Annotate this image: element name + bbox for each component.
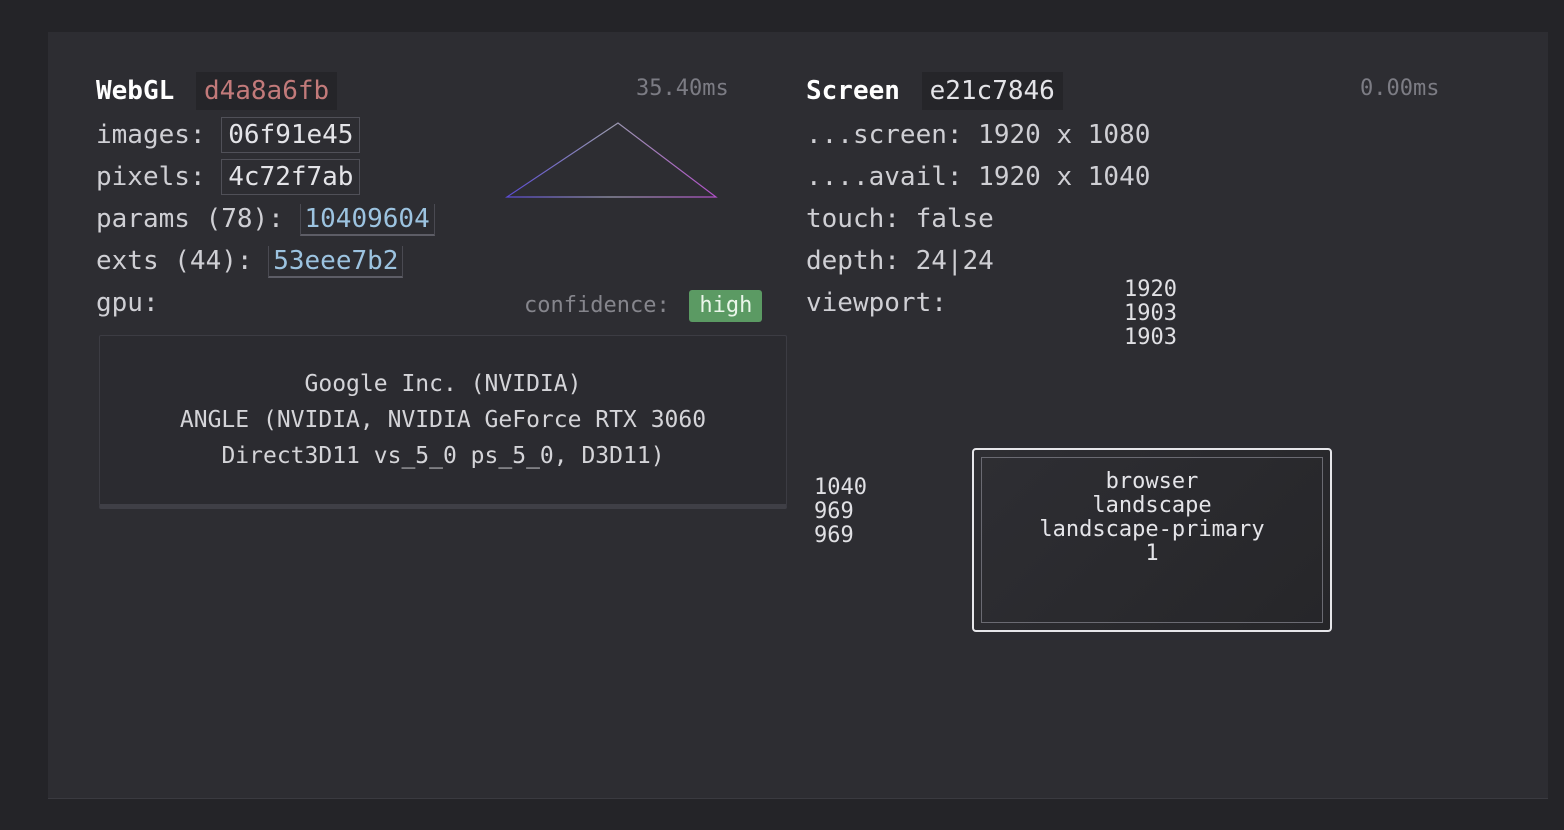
viewport-widths: 1920 1903 1903 (1124, 278, 1177, 350)
screen-size: ...screen: 1920 x 1080 (806, 120, 1151, 150)
viewport-height: 969 (814, 523, 854, 548)
gpu-info-text: Google Inc. (NVIDIA) ANGLE (NVIDIA, NVID… (100, 366, 786, 474)
exts-row: exts (44): 53eee7b2 (96, 240, 404, 282)
gpu-renderer: ANGLE (NVIDIA, NVIDIA GeForce RTX 3060 (179, 407, 707, 433)
avail-size: ....avail: 1920 x 1040 (806, 162, 1151, 192)
viewport-label: viewport: (806, 288, 947, 318)
images-row: images: 06f91e45 (96, 114, 361, 156)
webgl-triangle-image (505, 122, 718, 198)
exts-hash[interactable]: 53eee7b2 (268, 246, 404, 278)
touch-support: touch: false (806, 204, 994, 234)
orientation-box: browser landscape landscape-primary 1 (972, 448, 1332, 632)
params-hash[interactable]: 10409604 (299, 204, 435, 236)
screen-timing: 0.00ms (1360, 76, 1440, 101)
orientation-type: landscape-primary (1039, 517, 1265, 542)
webgl-title: WebGL (96, 76, 175, 106)
gpu-label: gpu: (96, 288, 159, 318)
screen-hash: e21c7846 (921, 72, 1063, 110)
exts-label: exts (44): (96, 246, 253, 276)
viewport-height: 969 (814, 499, 854, 524)
webgl-timing: 35.40ms (636, 76, 729, 101)
params-label: params (78): (96, 204, 284, 234)
gpu-vendor: Google Inc. (NVIDIA) (304, 371, 582, 397)
viewport-heights: 1040 969 969 (814, 476, 867, 548)
fingerprint-panel: WebGL d4a8a6fb 35.40ms images: 06f91e45 … (48, 32, 1548, 799)
params-row: params (78): 10409604 (96, 198, 435, 240)
pixels-label: pixels: (96, 162, 206, 192)
viewport-width: 1903 (1124, 301, 1177, 326)
confidence-badge: high (689, 290, 763, 322)
screen-title: Screen (806, 76, 900, 106)
pixels-row: pixels: 4c72f7ab (96, 156, 361, 198)
confidence-row: confidence: high (524, 290, 763, 322)
webgl-header: WebGL d4a8a6fb (96, 70, 338, 112)
confidence-label: confidence: (524, 293, 670, 318)
pixels-hash: 4c72f7ab (221, 159, 361, 195)
screen-header: Screen e21c7846 (806, 70, 1063, 112)
device-pixel-ratio: 1 (1145, 541, 1159, 566)
gpu-renderer-detail: Direct3D11 vs_5_0 ps_5_0, D3D11) (221, 443, 665, 469)
gpu-info-box: Google Inc. (NVIDIA) ANGLE (NVIDIA, NVID… (99, 335, 787, 509)
viewport-width: 1903 (1124, 325, 1177, 350)
images-hash: 06f91e45 (221, 117, 361, 153)
viewport-height: 1040 (814, 475, 867, 500)
orientation-source: browser (1105, 469, 1199, 494)
orientation-mode: landscape (1092, 493, 1212, 518)
orientation-text: browser landscape landscape-primary 1 (974, 470, 1330, 566)
viewport-width: 1920 (1124, 277, 1177, 302)
color-depth: depth: 24|24 (806, 246, 994, 276)
images-label: images: (96, 120, 206, 150)
webgl-hash: d4a8a6fb (195, 72, 338, 110)
